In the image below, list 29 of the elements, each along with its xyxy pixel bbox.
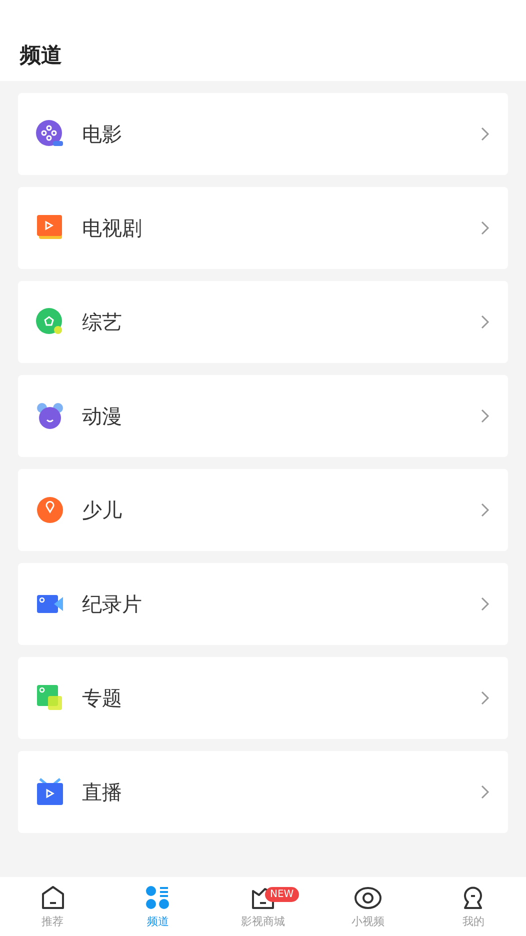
chevron-right-icon (480, 408, 490, 424)
chevron-right-icon (480, 314, 490, 330)
channel-item[interactable]: 少儿 (18, 469, 508, 551)
channel-item[interactable]: 专题 (18, 657, 508, 739)
chevron-right-icon (480, 220, 490, 236)
page-title: 频道 (20, 42, 62, 69)
overlapping-squares-icon (36, 684, 64, 712)
location-pin-circle-icon (36, 496, 64, 524)
channel-item[interactable]: 纪录片 (18, 563, 508, 645)
bear-face-icon (36, 402, 64, 430)
channel-item[interactable]: 电影 (18, 93, 508, 175)
chevron-right-icon (480, 502, 490, 518)
chevron-right-icon (480, 126, 490, 142)
chevron-right-icon (480, 596, 490, 612)
film-reel-icon (36, 120, 64, 148)
channel-item[interactable]: 综艺 (18, 281, 508, 363)
eye-icon (354, 884, 382, 910)
star-circle-icon (36, 308, 64, 336)
channel-item[interactable]: 电视剧 (18, 187, 508, 269)
home-icon (40, 884, 66, 910)
chevron-right-icon (480, 784, 490, 800)
tab-bar-item[interactable]: NEW 影视商城 (210, 877, 316, 936)
grid-list-icon (144, 884, 171, 910)
tv-antenna-icon (36, 778, 64, 806)
channel-item[interactable]: 动漫 (18, 375, 508, 457)
tv-play-icon (36, 214, 64, 242)
channel-item[interactable]: 直播 (18, 751, 508, 833)
chevron-right-icon (480, 690, 490, 706)
new-badge: NEW (265, 887, 299, 902)
